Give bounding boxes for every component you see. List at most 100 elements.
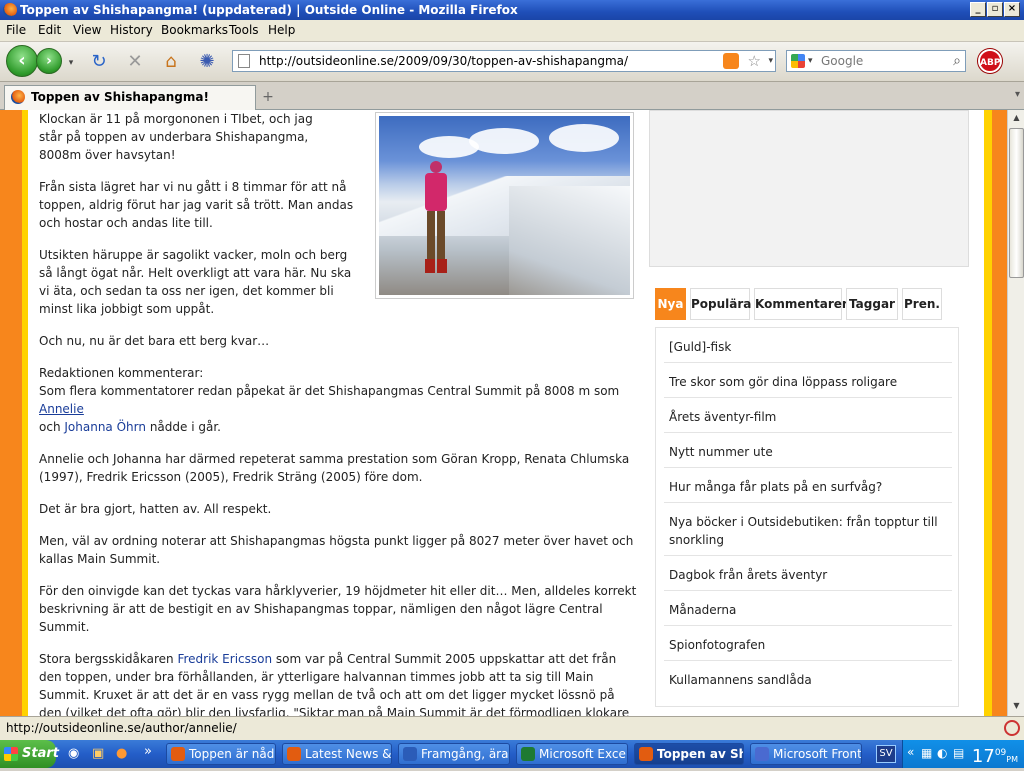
maximize-button[interactable]: ▫ <box>987 2 1003 17</box>
url-text: http://outsideonline.se/2009/09/30/toppe… <box>259 54 629 68</box>
url-dropdown-icon[interactable]: ▾ <box>768 51 773 71</box>
addon-swirl-icon[interactable]: ✺ <box>196 51 218 73</box>
scroll-up-arrow-icon[interactable]: ▲ <box>1009 110 1024 126</box>
editorial-comment: Redaktionen kommenterar: Som flera komme… <box>39 366 620 434</box>
sidebar: Nya Populära Kommentarer Taggar Pren. [G… <box>649 110 970 716</box>
menu-history[interactable]: History <box>110 23 153 37</box>
url-bar[interactable]: http://outsideonline.se/2009/09/30/toppe… <box>232 50 776 72</box>
language-indicator[interactable]: SV <box>876 745 896 763</box>
scrollbar-thumb[interactable] <box>1009 128 1024 278</box>
menu-bar: File Edit View History Bookmarks Tools H… <box>0 20 1024 42</box>
search-input[interactable]: ▾ Google ⌕ <box>786 50 966 72</box>
window-title: Toppen av Shishapangma! (uppdaterad) | O… <box>20 3 518 17</box>
back-button[interactable]: ‹ <box>6 45 38 77</box>
windows-taskbar: Start ◉ ▣ ● » Toppen är nåd... Latest Ne… <box>0 740 1024 768</box>
tray-network-icon[interactable]: ▦ <box>921 746 932 760</box>
task-item[interactable]: Framgång, ära... <box>398 743 510 765</box>
list-item[interactable]: [Guld]-fisk <box>664 332 952 363</box>
new-tab-button[interactable]: + <box>258 89 278 107</box>
task-item[interactable]: Microsoft Excel... <box>516 743 628 765</box>
window-titlebar: Toppen av Shishapangma! (uppdaterad) | O… <box>0 0 1024 20</box>
status-bar: http://outsideonline.se/author/annelie/ <box>0 716 1024 740</box>
editorial-heading: Redaktionen kommenterar: <box>39 366 204 380</box>
link-johanna-ohrn[interactable]: Johanna Öhrn <box>64 420 146 434</box>
list-item[interactable]: Årets äventyr-film <box>664 402 952 433</box>
start-button[interactable]: Start <box>0 740 59 768</box>
firefox-icon <box>3 3 17 17</box>
recent-posts-list: [Guld]-fisk Tre skor som gör dina löppas… <box>655 327 959 707</box>
menu-file[interactable]: File <box>6 23 26 37</box>
article-paragraph: Och nu, nu är det bara ett berg kvar… <box>39 334 270 348</box>
tab-populara[interactable]: Populära <box>690 288 751 320</box>
article-paragraph: Det är bra gjort, hatten av. All respekt… <box>39 502 272 516</box>
task-item-active[interactable]: Toppen av Sh... <box>634 743 744 765</box>
status-text: http://outsideonline.se/author/annelie/ <box>6 721 237 735</box>
vertical-scrollbar[interactable]: ▲ ▼ <box>1007 110 1024 716</box>
abp-status-icon[interactable] <box>1004 720 1020 736</box>
reload-icon[interactable]: ↻ <box>88 51 110 73</box>
quicklaunch-folder-icon[interactable]: ▣ <box>92 746 104 761</box>
tab-active[interactable]: Toppen av Shishapangma! (uppdate... <box>4 85 256 126</box>
sidebar-ad-box <box>649 110 969 267</box>
article-paragraph: Stora bergsskidåkaren Fredrik Ericsson s… <box>39 652 630 716</box>
link-fredrik-ericsson[interactable]: Fredrik Ericsson <box>177 652 272 666</box>
article-photo[interactable] <box>375 112 634 299</box>
tab-nya[interactable]: Nya <box>655 288 686 320</box>
tab-favicon <box>11 90 25 104</box>
tab-kommentarer[interactable]: Kommentarer <box>754 288 848 320</box>
tab-list-icon[interactable]: ▾ <box>1015 89 1020 100</box>
menu-edit[interactable]: Edit <box>38 23 61 37</box>
search-icon[interactable]: ⌕ <box>953 51 961 71</box>
left-yellow-border <box>22 110 28 716</box>
menu-tools[interactable]: Tools <box>229 23 259 37</box>
list-item[interactable]: Dagbok från årets äventyr <box>664 560 952 591</box>
star-icon[interactable]: ☆ <box>748 51 761 71</box>
article-paragraph: Klockan är 11 på morgononen i TIbet, och… <box>39 112 313 162</box>
menu-help[interactable]: Help <box>268 23 295 37</box>
quicklaunch-firefox-icon[interactable]: ● <box>116 746 127 761</box>
tray-volume-icon[interactable]: ◐ <box>937 746 947 760</box>
quicklaunch-more-icon[interactable]: » <box>144 744 152 759</box>
engine-dropdown-icon[interactable]: ▾ <box>808 51 813 71</box>
climber-on-summit-image <box>379 116 630 295</box>
task-item[interactable]: Latest News & ... <box>282 743 392 765</box>
right-orange-border <box>992 110 1007 716</box>
clock: 1709PM <box>971 746 1018 767</box>
climber-figure <box>419 161 453 281</box>
link-annelie[interactable]: Annelie <box>39 402 84 416</box>
adblock-icon[interactable]: ABP <box>978 49 1002 73</box>
home-icon[interactable]: ⌂ <box>160 51 182 73</box>
rss-icon[interactable] <box>723 53 739 69</box>
list-item[interactable]: Tre skor som gör dina löppass roligare <box>664 367 952 398</box>
list-item[interactable]: Nytt nummer ute <box>664 437 952 468</box>
page-icon <box>238 54 250 68</box>
scroll-down-arrow-icon[interactable]: ▼ <box>1009 698 1024 714</box>
article-paragraph: För den oinvigde kan det tyckas vara hår… <box>39 584 637 634</box>
forward-button[interactable]: › <box>36 48 62 74</box>
tray-app-icon[interactable]: ▤ <box>953 746 964 760</box>
task-item[interactable]: Toppen är nåd... <box>166 743 276 765</box>
article-paragraph: Från sista lägret har vi nu gått i 8 tim… <box>39 180 354 230</box>
list-item[interactable]: Nya böcker i Outsidebutiken: från topptu… <box>664 507 952 556</box>
page-content: Klockan är 11 på morgononen i TIbet, och… <box>0 110 1007 716</box>
menu-view[interactable]: View <box>73 23 101 37</box>
history-dropdown-icon[interactable]: ▾ <box>64 56 78 70</box>
list-item[interactable]: Kullamannens sandlåda <box>664 665 952 695</box>
menu-bookmarks[interactable]: Bookmarks <box>161 23 228 37</box>
list-item[interactable]: Månaderna <box>664 595 952 626</box>
tray-expand-icon[interactable]: « <box>907 745 914 759</box>
left-orange-border <box>0 110 22 716</box>
minimize-button[interactable]: _ <box>970 2 986 17</box>
quicklaunch-ie-icon[interactable]: ◉ <box>68 746 79 761</box>
task-item[interactable]: Microsoft Front... <box>750 743 862 765</box>
tab-taggar[interactable]: Taggar <box>846 288 898 320</box>
stop-icon[interactable]: ✕ <box>124 51 146 73</box>
right-yellow-border <box>984 110 992 716</box>
google-engine-icon[interactable] <box>791 54 805 68</box>
tab-pren[interactable]: Pren. <box>902 288 942 320</box>
windows-flag-icon <box>4 747 18 761</box>
list-item[interactable]: Spionfotografen <box>664 630 952 661</box>
close-button[interactable]: × <box>1004 2 1020 17</box>
list-item[interactable]: Hur många får plats på en surfvåg? <box>664 472 952 503</box>
search-placeholder: Google <box>821 54 864 68</box>
